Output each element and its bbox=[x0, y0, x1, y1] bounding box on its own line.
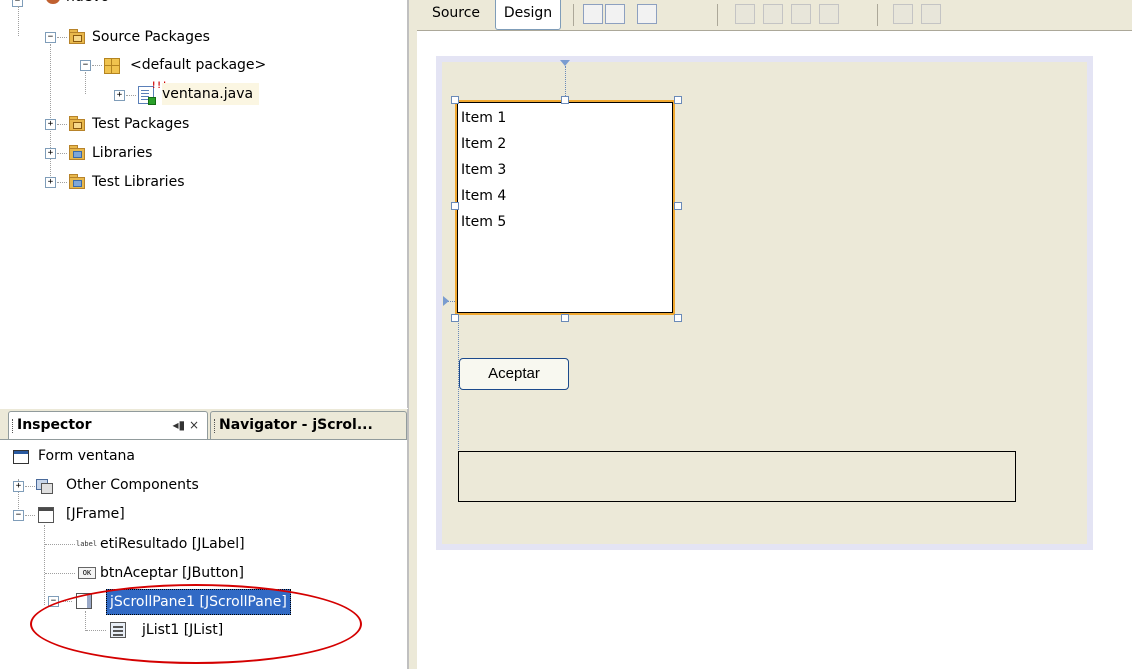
jlist-icon bbox=[110, 622, 126, 638]
resize-handle[interactable] bbox=[561, 314, 569, 322]
jlist-component[interactable]: Item 1 Item 2 Item 3 Item 4 Item 5 bbox=[455, 100, 675, 315]
jframe-icon bbox=[38, 507, 54, 523]
projects-tree-panel: − nuevo − Source Packages − <default pac… bbox=[0, 0, 408, 408]
resize-handle[interactable] bbox=[674, 96, 682, 104]
inspector-other-components[interactable]: Other Components bbox=[66, 473, 199, 497]
connection-mode-icon[interactable] bbox=[605, 4, 625, 24]
resize-vertical-icon[interactable] bbox=[921, 4, 941, 24]
inspector-tab-bar: Inspector ◂▮ × Navigator - jScrol... bbox=[0, 409, 407, 440]
jscrollpane-collapse-toggle[interactable]: − bbox=[48, 596, 59, 607]
resize-handle[interactable] bbox=[674, 314, 682, 322]
test-packages-expand-toggle[interactable]: + bbox=[45, 119, 56, 130]
preview-design-icon[interactable] bbox=[637, 4, 657, 24]
resize-handle[interactable] bbox=[451, 96, 459, 104]
inspector-form-node[interactable]: Form ventana bbox=[38, 444, 135, 468]
project-root-label[interactable]: nuevo bbox=[66, 0, 109, 8]
libraries-expand-toggle[interactable]: + bbox=[45, 148, 56, 159]
resize-horizontal-icon[interactable] bbox=[893, 4, 913, 24]
resize-handle[interactable] bbox=[451, 314, 459, 322]
other-components-expand-toggle[interactable]: + bbox=[13, 481, 24, 492]
inspector-jlist[interactable]: jList1 [JList] bbox=[142, 618, 223, 642]
jframe-collapse-toggle[interactable]: − bbox=[13, 510, 24, 521]
resize-handle[interactable] bbox=[451, 202, 459, 210]
eti-resultado-label[interactable] bbox=[458, 451, 1016, 502]
other-components-icon bbox=[36, 479, 53, 494]
test-packages-icon bbox=[68, 116, 85, 131]
list-item[interactable]: Item 3 bbox=[461, 157, 506, 183]
tree-item-test-packages[interactable]: Test Packages bbox=[92, 113, 189, 135]
inspector-panel: Inspector ◂▮ × Navigator - jScrol... For… bbox=[0, 409, 408, 669]
source-packages-icon bbox=[68, 29, 85, 44]
tab-inspector[interactable]: Inspector ◂▮ × bbox=[8, 411, 208, 439]
list-item[interactable]: Item 5 bbox=[461, 209, 506, 235]
form-icon bbox=[13, 450, 29, 464]
inspector-eti-resultado[interactable]: etiResultado [JLabel] bbox=[100, 532, 245, 556]
list-item[interactable]: Item 4 bbox=[461, 183, 506, 209]
test-libraries-expand-toggle[interactable]: + bbox=[45, 177, 56, 188]
selection-mode-icon[interactable] bbox=[583, 4, 603, 24]
jbutton-icon: OK bbox=[78, 567, 96, 579]
resize-handle[interactable] bbox=[561, 96, 569, 104]
project-icon bbox=[46, 0, 60, 4]
toolbar-separator bbox=[877, 4, 878, 26]
editor-toolbar: Source Design bbox=[417, 0, 1132, 31]
source-packages-collapse-toggle[interactable]: − bbox=[45, 32, 56, 43]
tab-inspector-label: Inspector bbox=[17, 417, 92, 433]
tab-close-icon[interactable]: ◂▮ × bbox=[173, 412, 200, 439]
tree-item-source-packages[interactable]: Source Packages bbox=[92, 26, 210, 48]
tab-grip-icon bbox=[214, 419, 217, 433]
java-run-badge-icon bbox=[148, 97, 156, 105]
top-anchor-icon bbox=[560, 60, 570, 66]
inspector-btn-aceptar[interactable]: btnAceptar [JButton] bbox=[100, 561, 244, 585]
tree-item-ventana-java[interactable]: ventana.java bbox=[162, 83, 260, 105]
tab-grip-icon bbox=[12, 419, 15, 433]
tab-navigator[interactable]: Navigator - jScrol... bbox=[210, 411, 407, 439]
libraries-icon bbox=[68, 145, 85, 160]
source-view-button[interactable]: Source bbox=[423, 0, 489, 30]
tree-item-test-libraries[interactable]: Test Libraries bbox=[92, 171, 184, 193]
resize-handle[interactable] bbox=[674, 202, 682, 210]
design-view-button[interactable]: Design bbox=[495, 0, 561, 30]
align-bottom-icon[interactable] bbox=[819, 4, 839, 24]
left-anchor-icon bbox=[443, 296, 449, 306]
align-right-icon[interactable] bbox=[763, 4, 783, 24]
ventana-java-expand-toggle[interactable]: + bbox=[114, 90, 125, 101]
list-item[interactable]: Item 1 bbox=[461, 105, 506, 131]
inspector-jscrollpane-selected[interactable]: jScrollPane1 [JScrollPane] bbox=[106, 589, 291, 615]
list-item[interactable]: Item 2 bbox=[461, 131, 506, 157]
inspector-jframe[interactable]: [JFrame] bbox=[66, 502, 125, 526]
tree-item-libraries[interactable]: Libraries bbox=[92, 142, 152, 164]
test-libraries-icon bbox=[68, 174, 85, 189]
toolbar-separator bbox=[717, 4, 718, 26]
align-left-icon[interactable] bbox=[735, 4, 755, 24]
default-package-collapse-toggle[interactable]: − bbox=[80, 60, 91, 71]
align-top-icon[interactable] bbox=[791, 4, 811, 24]
default-package-icon bbox=[104, 58, 120, 74]
tree-item-default-package[interactable]: <default package> bbox=[130, 54, 266, 76]
aceptar-button[interactable]: Aceptar bbox=[459, 358, 569, 390]
tab-navigator-label: Navigator - jScrol... bbox=[219, 417, 373, 433]
jlabel-icon: label bbox=[76, 540, 98, 548]
jscrollpane-icon bbox=[76, 593, 92, 609]
toolbar-separator bbox=[573, 4, 574, 26]
